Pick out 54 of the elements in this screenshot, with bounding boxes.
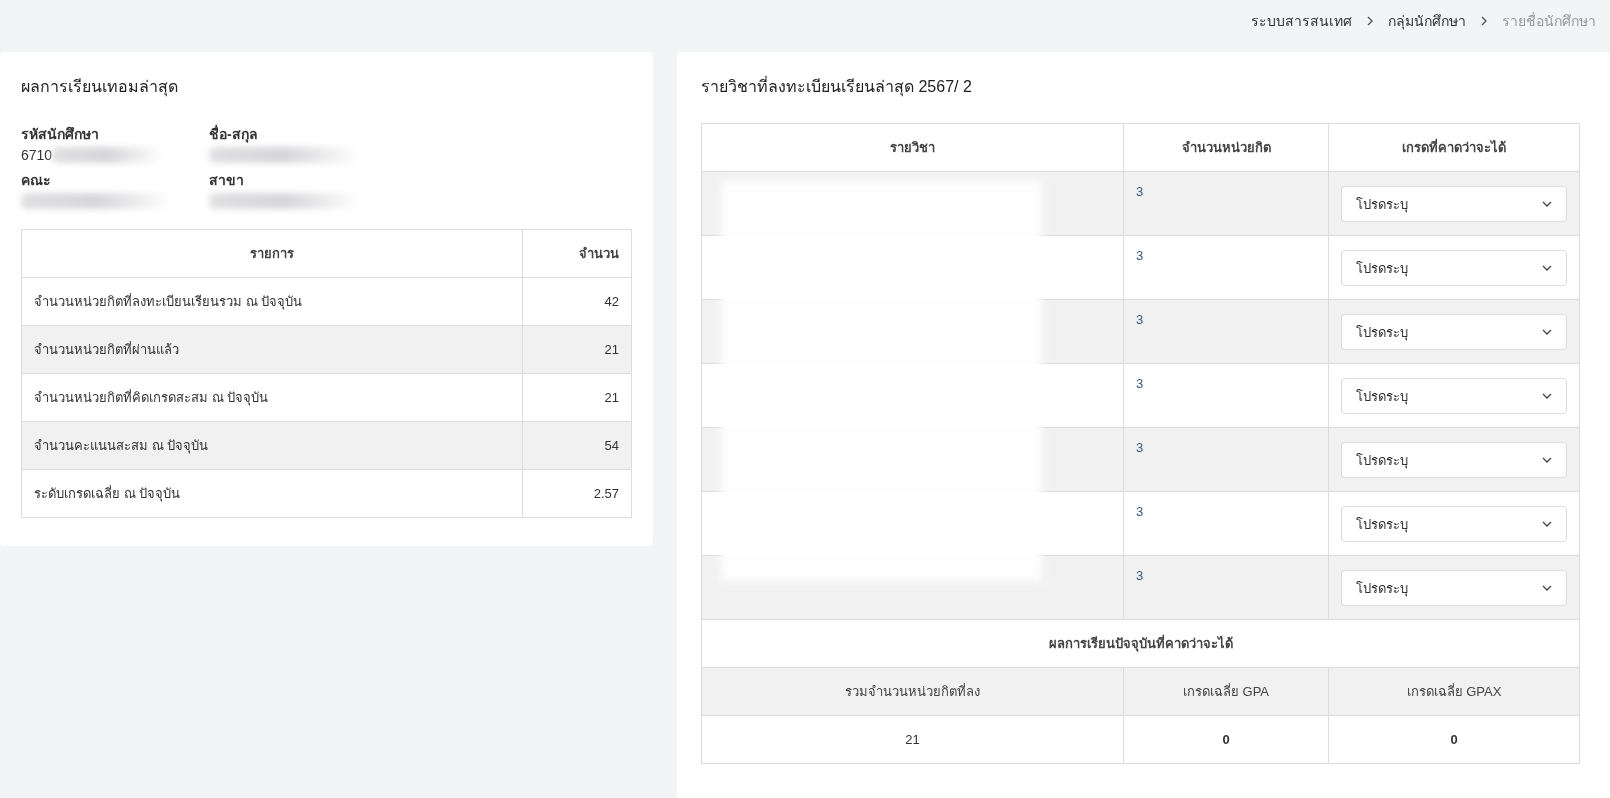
column-header: รายวิชา [701,123,1124,172]
grade-dropdown[interactable]: โปรดระบุ [1341,506,1567,542]
field-label: รหัสนักศึกษา [21,125,99,144]
table-cell: 21 [522,373,632,422]
table-cell: จำนวนหน่วยกิตที่ลงทะเบียนเรียนรวม ณ ปัจจุบัน [21,277,523,326]
field-label: คณะ [21,171,51,190]
chevron-down-icon [1542,265,1552,271]
table-cell: 42 [522,277,632,326]
chevron-down-icon [1542,585,1552,591]
table-cell: 3 [1123,299,1329,364]
table-cell: 2.57 [522,469,632,518]
field-label: ชื่อ-สกุล [209,123,258,145]
column-header: เกรดที่คาดว่าจะได้ [1328,123,1580,172]
chevron-down-icon [1542,201,1552,207]
table-cell: 0 [1328,715,1580,764]
grade-dropdown[interactable]: โปรดระบุ [1341,186,1567,222]
grade-dropdown[interactable]: โปรดระบุ [1341,570,1567,606]
table-cell: ระดับเกรดเฉลี่ย ณ ปัจจุบัน [21,469,523,518]
chevron-right-icon [1480,16,1488,26]
column-header: เกรดเฉลี่ย GPAX [1328,667,1580,716]
table-cell: 3 [1123,427,1329,492]
grade-dropdown[interactable]: โปรดระบุ [1341,314,1567,350]
card-title: ผลการเรียนเทอมล่าสุด [21,77,178,99]
breadcrumb-link[interactable]: กลุ่มนักศึกษา [1388,10,1466,32]
column-header: จำนวนหน่วยกิต [1123,123,1329,172]
section-title: ผลการเรียนปัจจุบันที่คาดว่าจะได้ [1048,633,1233,654]
table-cell: 3 [1123,235,1329,300]
column-header: จำนวน [522,229,632,278]
field-label: สาขา [209,171,244,190]
grade-dropdown[interactable]: โปรดระบุ [1341,250,1567,286]
table-cell: 54 [522,421,632,470]
table-cell: 21 [701,715,1124,764]
table-cell: จำนวนหน่วยกิตที่คิดเกรดสะสม ณ ปัจจุบัน [21,373,523,422]
table-cell: 0 [1123,715,1329,764]
chevron-down-icon [1542,393,1552,399]
column-header: รายการ [21,229,523,278]
grade-dropdown[interactable]: โปรดระบุ [1341,442,1567,478]
card-title: รายวิชาที่ลงทะเบียนเรียนล่าสุด 2567/ 2 [701,75,972,99]
field-value: 6710 [21,147,53,163]
table-cell: 3 [1123,171,1329,236]
column-header: เกรดเฉลี่ย GPA [1123,667,1329,716]
column-header: รวมจำนวนหน่วยกิตที่ลง [701,667,1124,716]
table-cell: 3 [1123,363,1329,428]
table-cell: 3 [1123,555,1329,620]
grade-dropdown[interactable]: โปรดระบุ [1341,378,1567,414]
chevron-right-icon [1366,16,1374,26]
table-cell: 3 [1123,491,1329,556]
table-cell: จำนวนหน่วยกิตที่ผ่านแล้ว [21,325,523,374]
breadcrumb-link[interactable]: ระบบสารสนเทศ [1251,10,1352,32]
chevron-down-icon [1542,329,1552,335]
chevron-down-icon [1542,457,1552,463]
table-cell: 21 [522,325,632,374]
chevron-down-icon [1542,521,1552,527]
table-cell: จำนวนคะแนนสะสม ณ ปัจจุบัน [21,421,523,470]
